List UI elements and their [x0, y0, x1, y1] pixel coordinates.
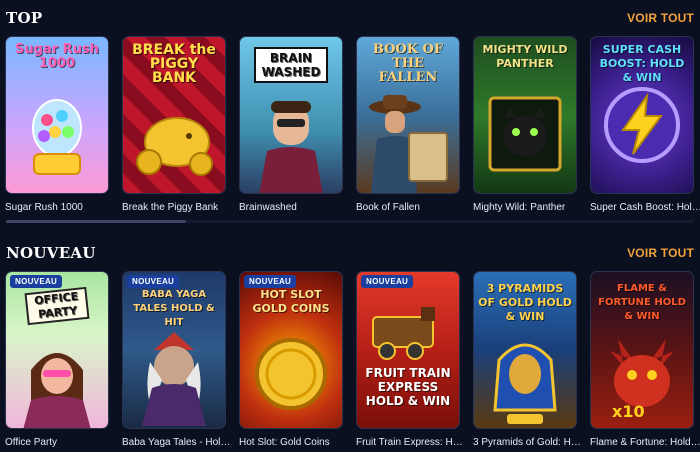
see-all-new-link[interactable]: VOIR TOUT	[627, 246, 694, 260]
game-title[interactable]: Mighty Wild: Panther	[473, 202, 585, 213]
game-thumbnail[interactable]: NOUVEAU BABA YAGA TALES HOLD & HIT	[122, 271, 226, 429]
game-tile[interactable]: Sugar Rush 1000 Sugar Rush 1000	[5, 36, 109, 213]
game-title[interactable]: Brainwashed	[239, 202, 351, 213]
cowboy-icon	[357, 37, 459, 193]
game-title[interactable]: Office Party	[5, 437, 117, 448]
game-tile[interactable]: SUPER CASH BOOST: HOLD & WIN Super Cash …	[590, 36, 700, 213]
game-tile[interactable]: BRAIN WASHED Brainwashed	[239, 36, 343, 213]
game-tile[interactable]: NOUVEAU OFFICE PARTY Office Party	[5, 271, 109, 448]
game-tile[interactable]: 3 PYRAMIDS OF GOLD HOLD & WIN 3 Pyramids…	[473, 271, 581, 448]
section-title-new: Nouveau	[6, 244, 96, 262]
lightning-bolt-icon	[591, 37, 693, 193]
panther-icon	[474, 37, 576, 193]
game-thumbnail[interactable]: 3 PYRAMIDS OF GOLD HOLD & WIN	[473, 271, 577, 429]
game-title[interactable]: Fruit Train Express: H…	[356, 437, 468, 448]
top-section-header: Top VOIR TOUT	[6, 8, 694, 28]
game-thumbnail[interactable]: Sugar Rush 1000	[5, 36, 109, 194]
game-tile[interactable]: BREAK the PIGGY BANK Break the Piggy Ban…	[122, 36, 226, 213]
game-thumbnail[interactable]: FLAME & FORTUNE HOLD & WIN x10	[590, 271, 694, 429]
gold-coin-icon	[240, 272, 342, 428]
svg-text:x10: x10	[612, 402, 645, 421]
game-thumbnail[interactable]: NOUVEAU FRUIT TRAIN EXPRESS HOLD & WIN	[356, 271, 460, 429]
game-title[interactable]: Baba Yaga Tales - Hol…	[122, 437, 234, 448]
game-title[interactable]: Sugar Rush 1000	[5, 202, 117, 213]
game-tile[interactable]: MIGHTY WILD PANTHER Mighty Wild: Panther	[473, 36, 577, 213]
game-thumbnail[interactable]: BREAK the PIGGY BANK	[122, 36, 226, 194]
game-thumbnail[interactable]: BOOK OF THE FALLEN	[356, 36, 460, 194]
new-section-header: Nouveau VOIR TOUT	[6, 243, 694, 263]
game-thumbnail[interactable]: NOUVEAU OFFICE PARTY	[5, 271, 109, 429]
game-logo: FRUIT TRAIN EXPRESS HOLD & WIN	[365, 366, 451, 408]
game-thumbnail[interactable]: SUPER CASH BOOST: HOLD & WIN	[590, 36, 694, 194]
gold-piggy-icon	[123, 37, 225, 193]
party-woman-icon	[6, 272, 108, 428]
see-all-top-link[interactable]: VOIR TOUT	[627, 11, 694, 25]
game-tile[interactable]: FLAME & FORTUNE HOLD & WIN x10 Flame & F…	[590, 271, 700, 448]
game-tile[interactable]: NOUVEAU HOT SLOT GOLD COINS Hot Slot: Go…	[239, 271, 343, 448]
game-tile[interactable]: NOUVEAU FRUIT TRAIN EXPRESS HOLD & WIN F…	[356, 271, 463, 448]
game-thumbnail[interactable]: MIGHTY WILD PANTHER	[473, 36, 577, 194]
game-title[interactable]: Flame & Fortune: Hold…	[590, 437, 700, 448]
section-title-top: Top	[6, 9, 43, 27]
game-tile[interactable]: NOUVEAU BABA YAGA TALES HOLD & HIT Baba …	[122, 271, 230, 448]
game-thumbnail[interactable]: NOUVEAU HOT SLOT GOLD COINS	[239, 271, 343, 429]
game-title[interactable]: Break the Piggy Bank	[122, 202, 234, 213]
game-title[interactable]: Hot Slot: Gold Coins	[239, 437, 351, 448]
game-tile[interactable]: BOOK OF THE FALLEN Book of Fallen	[356, 36, 460, 213]
witch-icon	[123, 272, 225, 428]
dragon-icon: x10	[591, 272, 693, 428]
game-title[interactable]: Book of Fallen	[356, 202, 468, 213]
top-row-scrollbar[interactable]	[6, 220, 694, 223]
game-title[interactable]: Super Cash Boost: Hol…	[590, 202, 700, 213]
candy-machine-icon	[6, 37, 108, 193]
scrollbar-thumb[interactable]	[6, 220, 186, 223]
character-icon	[240, 37, 342, 193]
new-games-row: NOUVEAU OFFICE PARTY Office Party NOUVEA…	[0, 271, 700, 452]
top-games-row: Sugar Rush 1000 Sugar Rush 1000 BREAK th…	[0, 36, 700, 216]
game-thumbnail[interactable]: BRAIN WASHED	[239, 36, 343, 194]
pharaoh-icon	[474, 272, 576, 428]
game-title[interactable]: 3 Pyramids of Gold: H…	[473, 437, 585, 448]
